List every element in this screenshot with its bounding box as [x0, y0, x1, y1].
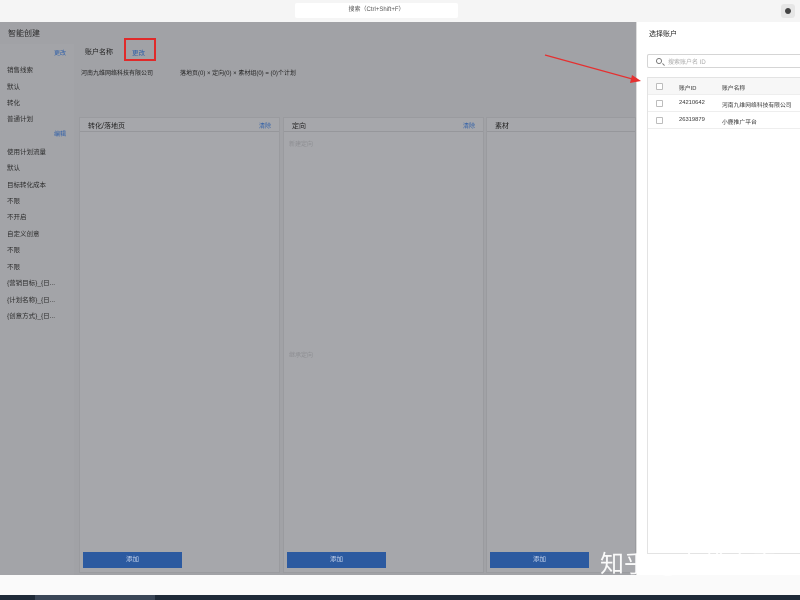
landing-page-column: 转化/落地页 清除 添加: [79, 117, 280, 573]
sidebar-item: 不限: [7, 247, 20, 254]
sidebar-item: 销售线索: [7, 67, 33, 74]
sidebar-item: 普通计划: [7, 116, 33, 123]
column-header: 素材: [487, 118, 635, 132]
sidebar-item: 目标转化成本: [7, 182, 46, 189]
sidebar-item: {计划名称}_{日...: [7, 297, 56, 304]
sidebar-item: 使用计划流量: [7, 149, 46, 156]
sidebar-item: 转化: [7, 100, 20, 107]
add-material-button[interactable]: 添加: [490, 552, 589, 568]
account-name-value: 河南九维网络科技有限公司: [81, 71, 154, 77]
account-table: 账户ID 账户名称 24210642 河南九维网络科技有限公司 26319879…: [647, 77, 800, 554]
sidebar-item: 默认: [7, 84, 20, 91]
account-change-label: 更改: [132, 50, 145, 57]
account-name-label: 账户名称: [85, 49, 113, 56]
table-row[interactable]: 26319879 小鹿推广平台: [648, 112, 800, 129]
sidebar-item: {营销目标}_{日...: [7, 280, 56, 287]
add-landing-page-button[interactable]: 添加: [83, 552, 182, 568]
page-title: 智能创建: [8, 29, 40, 38]
account-search-input[interactable]: 搜索账户名 ID: [647, 54, 800, 68]
top-bar: 搜索（Ctrl+Shift+F）: [0, 0, 800, 22]
panel-title: 选择账户: [649, 31, 677, 38]
column-clear-link[interactable]: 清除: [259, 121, 271, 130]
account-id-cell: 24210642: [679, 100, 705, 106]
sidebar-item: 不开启: [7, 214, 27, 221]
sidebar-item: {创意方式}_{日...: [7, 313, 56, 320]
table-header-row: 账户ID 账户名称: [648, 78, 800, 95]
sidebar-item: 不限: [7, 264, 20, 271]
table-row[interactable]: 24210642 河南九维网络科技有限公司: [648, 95, 800, 112]
sidebar-change-link[interactable]: 更改: [54, 48, 66, 57]
sidebar-item: 默认: [7, 165, 20, 172]
select-account-panel: 选择账户 搜索账户名 ID 账户ID 账户名称 24210642 河南九维网络科…: [636, 22, 800, 575]
column-header: 转化/落地页 清除: [80, 118, 279, 132]
column-title: 定向: [292, 123, 306, 130]
sidebar-edit-link[interactable]: 编辑: [54, 129, 66, 138]
account-change-button[interactable]: 更改: [124, 38, 156, 61]
column-header: 定向 清除: [284, 118, 483, 132]
add-targeting-button[interactable]: 添加: [287, 552, 386, 568]
os-taskbar: [0, 595, 800, 600]
account-id-cell: 26319879: [679, 117, 705, 123]
account-name-cell: 小鹿推广平台: [722, 120, 757, 126]
new-targeting-hint: 新建定向: [289, 142, 314, 148]
left-sidebar: 更改 销售线索 默认 转化 普通计划 编辑 使用计划流量 默认 目标转化成本 不…: [0, 44, 74, 575]
targeting-column: 定向 清除 新建定向 继承定向 添加: [283, 117, 484, 573]
search-icon: [656, 58, 662, 64]
row-checkbox[interactable]: [656, 117, 663, 124]
row-checkbox[interactable]: [656, 100, 663, 107]
watermark-text: 知乎 @九维小鹿: [600, 550, 776, 578]
column-clear-link[interactable]: 清除: [463, 121, 475, 130]
user-avatar-icon[interactable]: [781, 4, 795, 18]
select-all-checkbox[interactable]: [656, 83, 663, 90]
column-title: 素材: [495, 123, 509, 130]
sidebar-item: 自定义创意: [7, 231, 40, 238]
material-column: 素材 添加: [486, 117, 636, 573]
column-title: 转化/落地页: [88, 123, 125, 130]
header-account-id: 账户ID: [679, 86, 697, 92]
plan-summary: 落地页(0) × 定向(0) × 素材组(0) = (0)个计划: [180, 71, 296, 77]
sidebar-item: 不限: [7, 198, 20, 205]
header-account-name: 账户名称: [722, 86, 746, 92]
global-search-box[interactable]: 搜索（Ctrl+Shift+F）: [295, 3, 458, 18]
search-placeholder: 搜索账户名 ID: [668, 60, 706, 66]
account-name-cell: 河南九维网络科技有限公司: [722, 103, 792, 109]
inherit-targeting-hint: 继承定向: [289, 353, 314, 359]
